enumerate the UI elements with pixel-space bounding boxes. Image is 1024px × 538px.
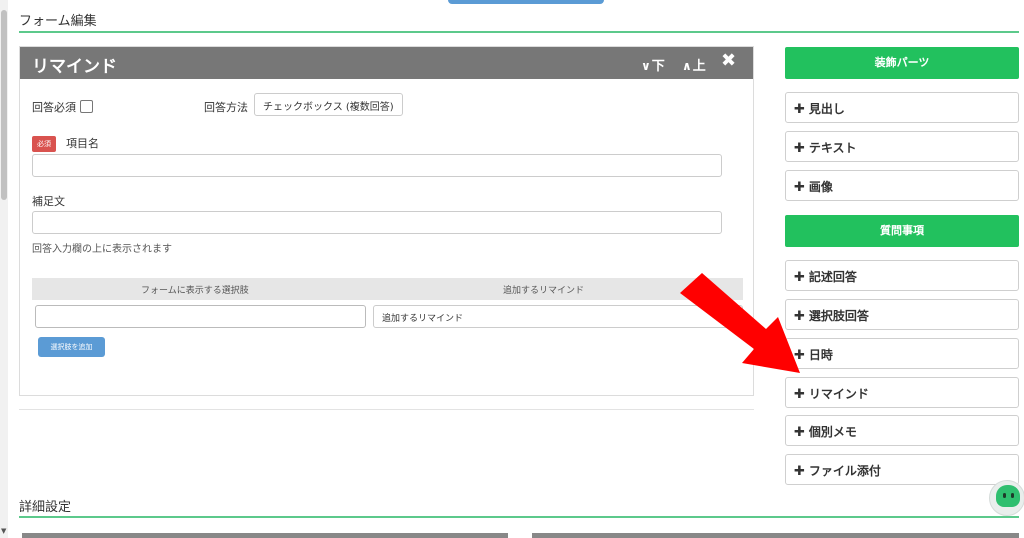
question-items-header: 質問事項 — [785, 215, 1019, 247]
red-arrow-shape — [680, 273, 800, 373]
chat-mascot-icon — [996, 485, 1020, 507]
scrollbar-thumb[interactable] — [1, 10, 7, 200]
choices-table-header: フォームに表示する選択肢 追加するリマインド — [32, 278, 743, 300]
mascot-left-eye — [1003, 493, 1006, 498]
chevron-down-icon: ∨ — [641, 59, 651, 73]
content-divider — [19, 409, 754, 410]
add-heading-button[interactable]: ✚ 見出し — [785, 92, 1019, 123]
add-file-button[interactable]: ✚ ファイル添付 — [785, 454, 1019, 485]
detail-settings-title: 詳細設定 — [19, 500, 72, 515]
required-checkbox[interactable] — [80, 100, 93, 113]
add-text-button[interactable]: ✚ テキスト — [785, 131, 1019, 162]
answer-method-label: 回答方法 — [204, 101, 248, 114]
answer-method-select[interactable]: チェックボックス (複数回答) — [254, 93, 403, 116]
close-icon[interactable]: ✖ — [721, 50, 736, 71]
item-name-input[interactable] — [32, 154, 722, 177]
detail-settings-divider — [19, 516, 1019, 518]
supplement-label: 補足文 — [32, 195, 65, 208]
top-tab-button[interactable] — [448, 0, 604, 4]
add-image-button[interactable]: ✚ 画像 — [785, 170, 1019, 201]
scroll-down-arrow-icon[interactable]: ▼ — [1, 527, 6, 535]
add-choice-answer-button[interactable]: ✚ 選択肢回答 — [785, 299, 1019, 330]
decor-parts-header: 装飾パーツ — [785, 47, 1019, 79]
item-name-label: 項目名 — [66, 137, 99, 150]
move-down-button[interactable]: ∨下 — [641, 55, 665, 74]
add-text-answer-button[interactable]: ✚ 記述回答 — [785, 260, 1019, 291]
detail-panel-left — [22, 533, 508, 538]
mascot-right-eye — [1011, 493, 1014, 498]
card-header: リマインド ∨下 ∧上 ✖ — [20, 47, 753, 79]
supplement-input[interactable] — [32, 211, 722, 234]
plus-icon: ✚ — [794, 141, 805, 156]
required-badge: 必須 — [32, 136, 56, 152]
choice-input[interactable] — [35, 305, 366, 328]
add-remind-button[interactable]: ✚ リマインド — [785, 377, 1019, 408]
supplement-hint: 回答入力欄の上に表示されます — [32, 244, 172, 255]
card-title: リマインド — [32, 57, 117, 77]
plus-icon: ✚ — [794, 180, 805, 195]
plus-icon: ✚ — [794, 464, 805, 479]
add-datetime-button[interactable]: ✚ 日時 — [785, 338, 1019, 369]
add-choice-button[interactable]: 選択肢を追加 — [38, 337, 105, 357]
column-header-remind: 追加するリマインド — [503, 286, 585, 296]
move-up-button[interactable]: ∧上 — [682, 55, 706, 74]
plus-icon: ✚ — [794, 387, 805, 402]
annotation-arrow-icon — [680, 273, 800, 373]
detail-panel-right — [532, 533, 1019, 538]
section-title: フォーム編集 — [19, 14, 97, 29]
plus-icon: ✚ — [794, 425, 805, 440]
remind-question-card: リマインド ∨下 ∧上 ✖ 回答必須 回答方法 チェックボックス (複数回答) … — [19, 46, 754, 396]
section-divider — [19, 31, 1019, 33]
plus-icon: ✚ — [794, 102, 805, 117]
add-memo-button[interactable]: ✚ 個別メモ — [785, 415, 1019, 446]
column-header-choice: フォームに表示する選択肢 — [141, 286, 249, 296]
required-label: 回答必須 — [32, 101, 76, 114]
chevron-up-icon: ∧ — [682, 59, 692, 73]
